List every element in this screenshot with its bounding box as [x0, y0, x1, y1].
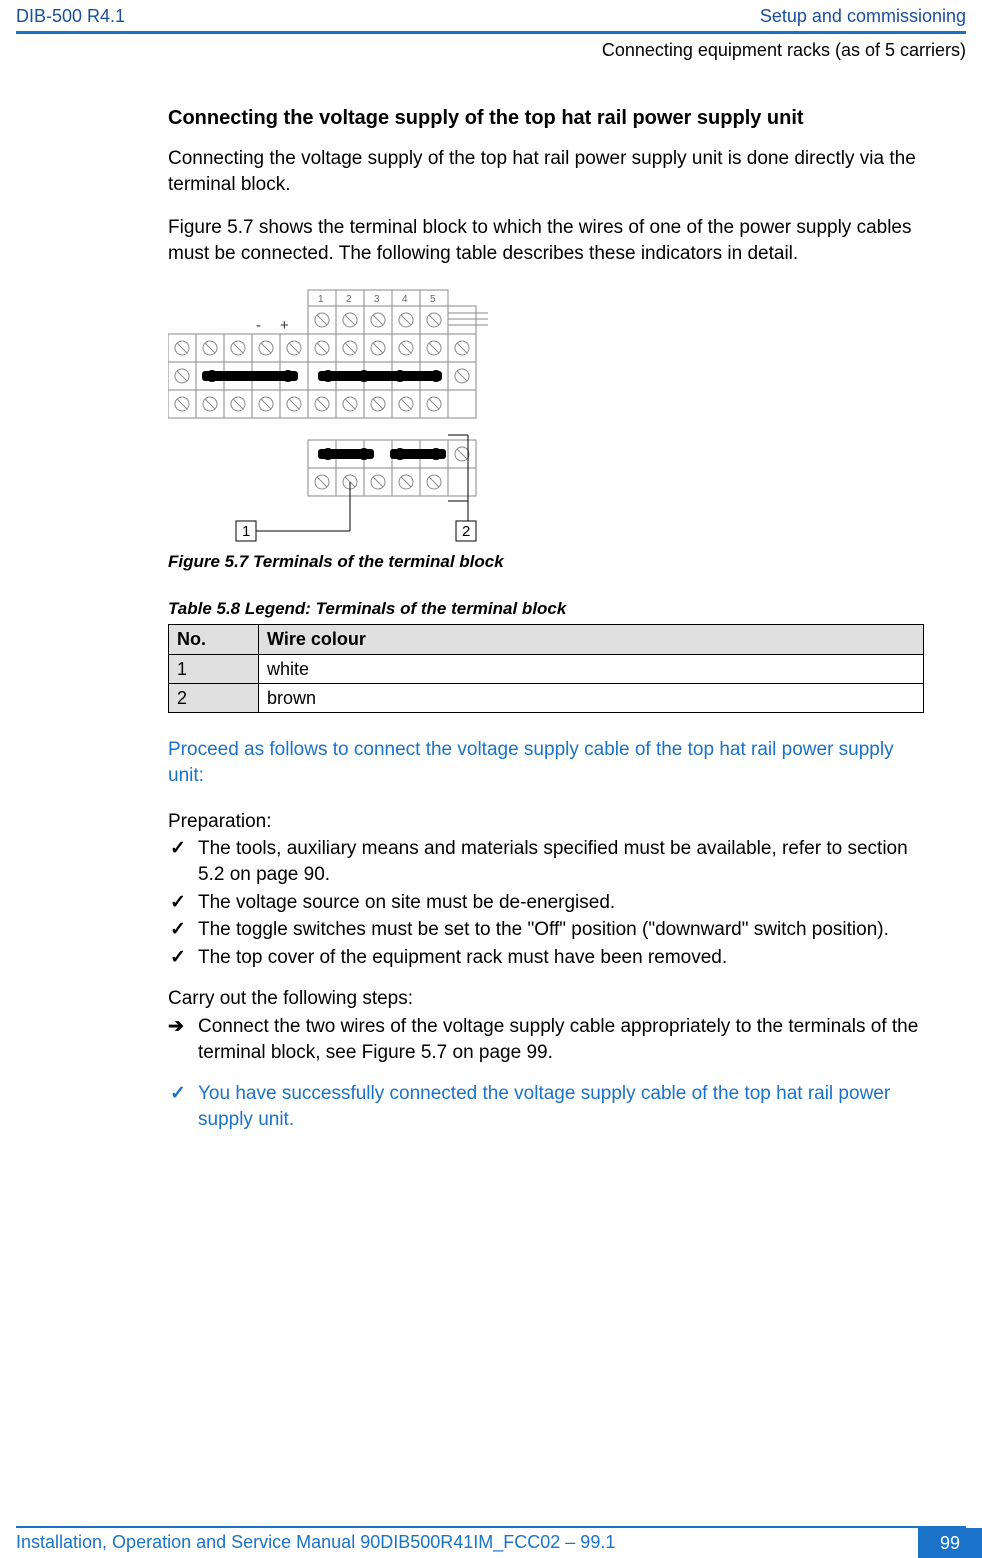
paragraph-1: Connecting the voltage supply of the top… — [168, 146, 924, 197]
steps-heading: Carry out the following steps: — [168, 986, 924, 1012]
svg-text:1: 1 — [318, 294, 324, 305]
prep-heading: Preparation: — [168, 809, 924, 835]
terminal-block-diagram: - + 1 2 3 4 5 — [168, 285, 508, 545]
header-bar: DIB-500 R4.1 Setup and commissioning — [0, 0, 982, 29]
list-item: The toggle switches must be set to the "… — [168, 917, 924, 943]
svg-text:2: 2 — [346, 294, 352, 305]
page-number: 99 — [918, 1528, 982, 1558]
table-row: 1 white — [169, 654, 924, 683]
content-area: Connecting the voltage supply of the top… — [0, 61, 982, 1149]
col-no: No. — [169, 625, 259, 654]
svg-text:3: 3 — [374, 294, 380, 305]
table-caption: Table 5.8 Legend: Terminals of the termi… — [168, 598, 924, 621]
cell-wire: brown — [259, 684, 924, 713]
preparation-list: The tools, auxiliary means and materials… — [168, 836, 924, 970]
callout-1: 1 — [242, 523, 250, 540]
svg-text:5: 5 — [430, 294, 436, 305]
cell-wire: white — [259, 654, 924, 683]
heading: Connecting the voltage supply of the top… — [168, 105, 924, 132]
steps-list: Connect the two wires of the voltage sup… — [168, 1014, 924, 1065]
figure-5-7: - + 1 2 3 4 5 — [168, 285, 924, 545]
page: DIB-500 R4.1 Setup and commissioning Con… — [0, 0, 982, 1558]
legend-table: No. Wire colour 1 white 2 brown — [168, 624, 924, 713]
callout-2: 2 — [462, 523, 470, 540]
col-wire: Wire colour — [259, 625, 924, 654]
list-item: The voltage source on site must be de-en… — [168, 890, 924, 916]
cell-no: 1 — [169, 654, 259, 683]
list-item: You have successfully connected the volt… — [168, 1081, 924, 1132]
svg-text:+: + — [280, 317, 289, 334]
paragraph-2: Figure 5.7 shows the terminal block to w… — [168, 215, 924, 266]
footer-text: Installation, Operation and Service Manu… — [0, 1528, 615, 1558]
footer: Installation, Operation and Service Manu… — [0, 1526, 982, 1558]
task-lead: Proceed as follows to connect the voltag… — [168, 737, 924, 788]
table-row: 2 brown — [169, 684, 924, 713]
list-item: The tools, auxiliary means and materials… — [168, 836, 924, 887]
doc-id: DIB-500 R4.1 — [16, 6, 125, 27]
table-header-row: No. Wire colour — [169, 625, 924, 654]
cell-no: 2 — [169, 684, 259, 713]
svg-text:-: - — [256, 317, 261, 334]
figure-caption: Figure 5.7 Terminals of the terminal blo… — [168, 551, 924, 574]
list-item: The top cover of the equipment rack must… — [168, 945, 924, 971]
list-item: Connect the two wires of the voltage sup… — [168, 1014, 924, 1065]
result-list: You have successfully connected the volt… — [168, 1081, 924, 1132]
svg-text:4: 4 — [402, 294, 408, 305]
subsection-title: Connecting equipment racks (as of 5 carr… — [0, 34, 982, 61]
section-title: Setup and commissioning — [760, 6, 966, 27]
